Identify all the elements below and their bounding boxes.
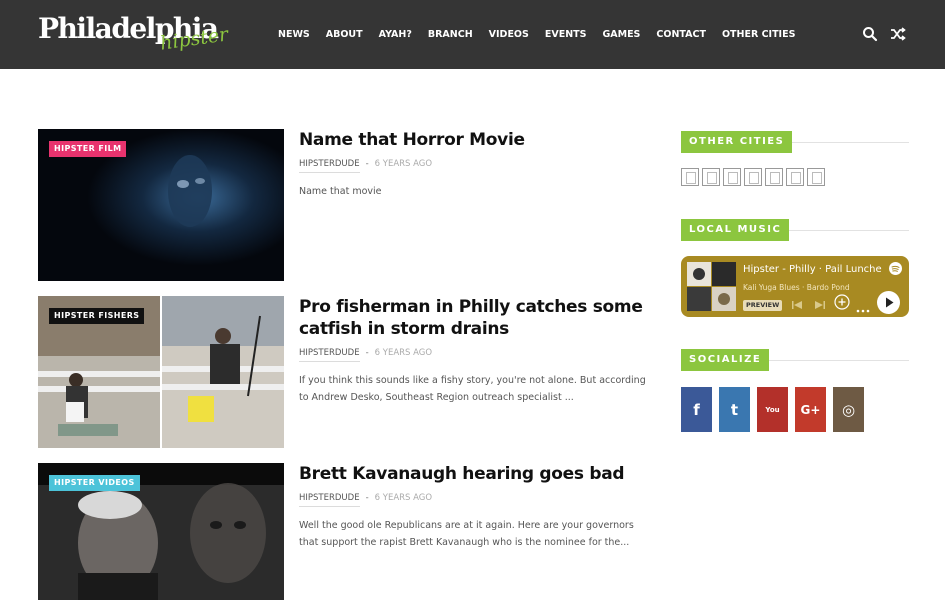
youtube-icon[interactable]: You [757, 387, 788, 432]
nav-item-games[interactable]: GAMES [594, 29, 648, 40]
post-item: HIPSTER FILM Name that Horror Movie HIPS… [38, 129, 648, 281]
post-excerpt: Well the good ole Republicans are at it … [299, 520, 634, 548]
meta-separator: - [365, 493, 369, 503]
city-link-icon[interactable] [765, 168, 783, 186]
nav-item-videos[interactable]: VIDEOS [481, 29, 537, 40]
preview-badge: PREVIEW [743, 300, 783, 311]
meta-separator: - [365, 159, 369, 169]
post-time: 6 YEARS AGO [374, 493, 433, 503]
post-author[interactable]: HIPSTERDUDE [299, 348, 360, 362]
next-track-icon[interactable] [814, 298, 826, 310]
post-title[interactable]: Brett Kavanaugh hearing goes bad [299, 463, 649, 485]
post-excerpt: If you think this sounds like a fishy st… [299, 375, 646, 403]
widget-label: OTHER CITIES [681, 131, 793, 153]
site-header: Philadelphia hipster NEWS ABOUT AYAH? BR… [0, 0, 945, 69]
nav-item-other-cities[interactable]: OTHER CITIES [714, 29, 803, 40]
nav-item-news[interactable]: NEWS [270, 29, 318, 40]
social-links: f t You G+ ◎ [681, 387, 871, 432]
track-subtitle: Kali Yuga Blues · Bardo Pond [743, 283, 850, 292]
post-title[interactable]: Name that Horror Movie [299, 129, 649, 151]
spotify-logo-icon[interactable] [889, 262, 902, 275]
site-logo[interactable]: Philadelphia hipster [38, 12, 229, 56]
album-art[interactable] [687, 262, 736, 311]
nav-item-events[interactable]: EVENTS [537, 29, 595, 40]
widget-title-other-cities: OTHER CITIES [681, 131, 909, 155]
widget-label: SOCIALIZE [681, 349, 770, 371]
city-link-icon[interactable] [807, 168, 825, 186]
city-link-icon[interactable] [786, 168, 804, 186]
post-author[interactable]: HIPSTERDUDE [299, 493, 360, 507]
nav-item-about[interactable]: ABOUT [318, 29, 371, 40]
previous-track-icon[interactable] [791, 298, 803, 310]
main-nav: NEWS ABOUT AYAH? BRANCH VIDEOS EVENTS GA… [270, 0, 803, 69]
search-icon[interactable] [862, 26, 878, 42]
more-options-icon[interactable] [856, 300, 870, 313]
post-item: HIPSTER FISHERS Pro fisherman in Philly … [38, 296, 648, 448]
instagram-icon[interactable]: ◎ [833, 387, 864, 432]
post-thumbnail[interactable]: HIPSTER FISHERS [38, 296, 284, 448]
facebook-icon[interactable]: f [681, 387, 712, 432]
google-plus-icon[interactable]: G+ [795, 387, 826, 432]
add-icon[interactable] [834, 294, 850, 310]
city-link-icon[interactable] [744, 168, 762, 186]
post-excerpt: Name that movie [299, 186, 382, 197]
category-badge[interactable]: HIPSTER FISHERS [49, 308, 145, 324]
post-meta: HIPSTERDUDE -6 YEARS AGO [299, 493, 433, 507]
track-title[interactable]: Hipster - Philly · Pail Lunche [743, 264, 882, 275]
post-meta: HIPSTERDUDE -6 YEARS AGO [299, 159, 433, 173]
post-title[interactable]: Pro fisherman in Philly catches some cat… [299, 296, 649, 340]
nav-item-ayah[interactable]: AYAH? [371, 29, 420, 40]
widget-title-socialize: SOCIALIZE [681, 349, 909, 373]
twitter-icon[interactable]: t [719, 387, 750, 432]
nav-item-branch[interactable]: BRANCH [420, 29, 481, 40]
category-badge[interactable]: HIPSTER FILM [49, 141, 127, 157]
post-time: 6 YEARS AGO [374, 348, 433, 358]
post-item: HIPSTER VIDEOS Brett Kavanaugh hearing g… [38, 463, 648, 600]
city-link-icon[interactable] [723, 168, 741, 186]
meta-separator: - [365, 348, 369, 358]
post-meta: HIPSTERDUDE -6 YEARS AGO [299, 348, 433, 362]
post-author[interactable]: HIPSTERDUDE [299, 159, 360, 173]
post-time: 6 YEARS AGO [374, 159, 433, 169]
play-icon[interactable] [877, 291, 900, 314]
category-badge[interactable]: HIPSTER VIDEOS [49, 475, 140, 491]
spotify-player: Hipster - Philly · Pail Lunche Kali Yuga… [681, 256, 909, 317]
city-link-icon[interactable] [702, 168, 720, 186]
city-icon-list [681, 168, 828, 186]
city-link-icon[interactable] [681, 168, 699, 186]
widget-label: LOCAL MUSIC [681, 219, 790, 241]
nav-item-contact[interactable]: CONTACT [648, 29, 714, 40]
post-thumbnail[interactable]: HIPSTER FILM [38, 129, 284, 281]
widget-title-local-music: LOCAL MUSIC [681, 219, 909, 243]
post-thumbnail[interactable]: HIPSTER VIDEOS [38, 463, 284, 600]
shuffle-icon[interactable] [890, 26, 906, 42]
